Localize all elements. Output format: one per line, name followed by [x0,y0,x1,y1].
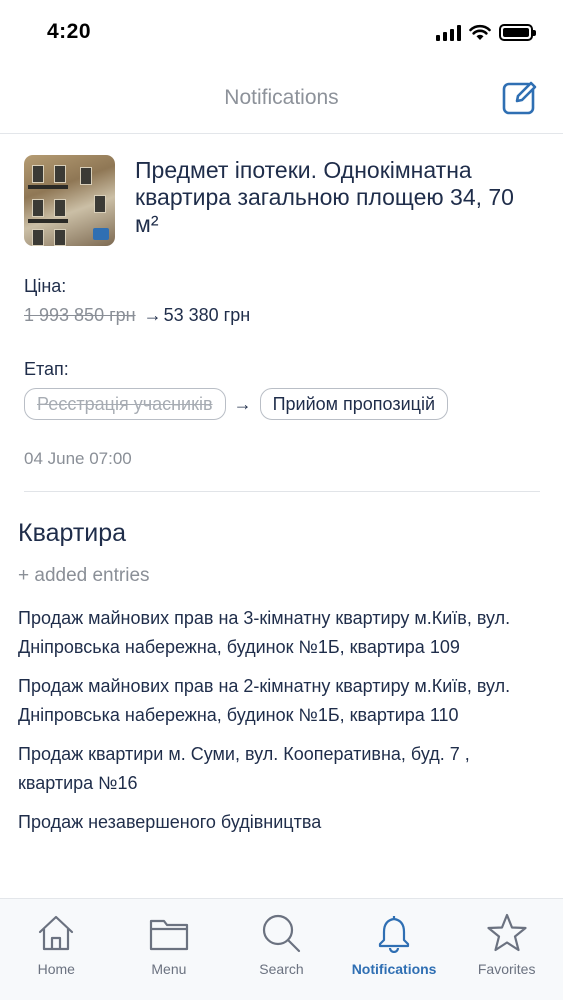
tab-home[interactable]: Home [0,899,113,1000]
property-thumbnail [24,155,115,246]
list-item[interactable]: Продаж незавершеного будівництва [18,808,538,837]
tab-menu[interactable]: Menu [113,899,226,1000]
tab-label: Notifications [351,961,437,977]
added-entries-label: + added entries [18,565,150,586]
tab-label: Menu [151,961,187,977]
tab-favorites[interactable]: Favorites [450,899,563,1000]
home-icon [39,915,74,951]
notification-date: 04 June 07:00 [24,449,132,468]
price-label: Ціна: [24,276,67,296]
cellular-signal-icon [436,24,461,41]
old-stage-pill: Реєстрація учасників [24,388,226,420]
stage-change: Реєстрація учасників → Прийом пропозицій [24,388,449,420]
divider [24,491,540,492]
stage-label: Етап: [24,359,69,379]
star-icon [487,913,527,952]
tab-label: Home [37,961,75,977]
section-title: Квартира [18,519,127,547]
status-icons [436,24,536,41]
scroll-fade [0,870,563,900]
tab-bar: Home Menu Search Notifications Favorites [0,898,563,1000]
status-bar: 4:20 [0,0,563,66]
camera-badge-icon [93,228,109,240]
wifi-icon [469,24,491,40]
folder-icon [149,919,188,951]
new-stage-pill: Прийом пропозицій [259,388,449,420]
arrow-right-icon: → [143,305,162,325]
old-price: 1 993 850 грн [24,305,136,325]
tab-label: Search [259,961,304,977]
list-item[interactable]: Продаж квартири м. Суми, вул. Кооператив… [18,740,538,798]
arrow-right-icon: → [233,393,252,414]
battery-icon [499,24,536,41]
bell-icon [378,915,410,953]
header: Notifications [0,66,563,134]
list-item[interactable]: Продаж майнових прав на 2-кімнатну кварт… [18,672,538,730]
entries-list: Продаж майнових прав на 3-кімнатну кварт… [18,604,538,837]
tab-search[interactable]: Search [225,899,338,1000]
search-icon [263,914,301,953]
edit-icon[interactable] [501,78,539,116]
status-time: 4:20 [47,20,92,43]
page-title: Notifications [224,86,339,109]
tab-label: Favorites [477,961,536,977]
new-price: 53 380 грн [163,305,251,325]
tab-notifications[interactable]: Notifications [338,899,451,1000]
price-change: 1 993 850 грн → 53 380 грн [24,305,250,326]
list-item[interactable]: Продаж майнових прав на 3-кімнатну кварт… [18,604,538,662]
notification-title: Предмет іпотеки. Однокімнатна квартира з… [135,157,514,237]
